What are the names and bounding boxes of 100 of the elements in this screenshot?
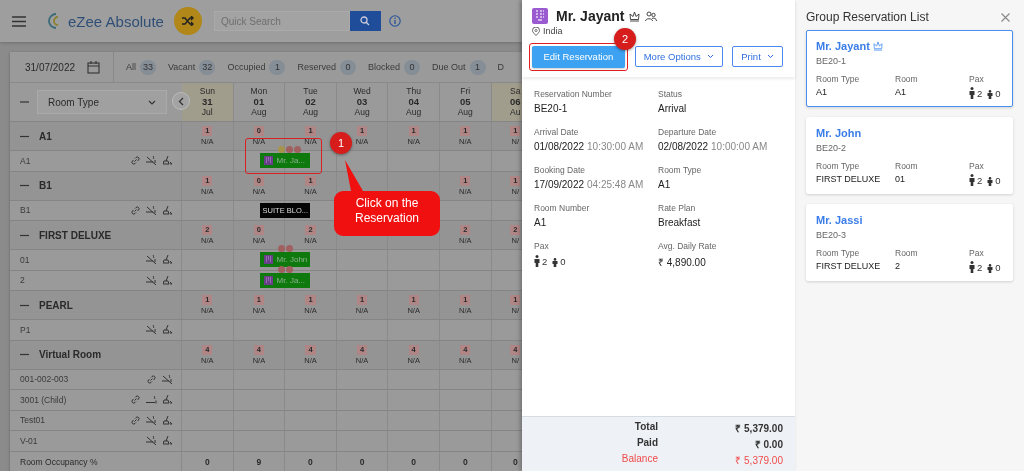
no-smoking-icon [146,275,157,285]
room-name: 2 [20,275,25,286]
reservation-number: BE20-2 [816,143,848,153]
filter-label[interactable]: Occupied [227,62,266,72]
room-type-name: A1 [39,130,52,142]
room-type-name: FIRST DELUXE [39,229,112,241]
link-icon [131,415,140,425]
count-badge: 0 [339,59,356,75]
total-value: ₹ 5,379.00 [734,422,783,435]
count-badge: 0 [403,59,420,75]
guest-name[interactable]: Mr. John [816,127,862,139]
field-label: Booking Date [534,165,587,175]
link-icon [131,395,140,405]
field-label: Arrival Date [534,127,580,137]
booking-block[interactable]: Mr. John [259,252,310,267]
no-smoking-icon [146,255,157,265]
filter-label[interactable]: Vacant [168,62,196,72]
child-count: 0 [995,262,1001,273]
link-icon [131,156,140,166]
adult-count: 2 [977,175,983,186]
cleaning-icon [163,325,173,335]
guest-name: Mr. Jayant [556,8,625,24]
room-type-name: B1 [39,180,52,191]
guest-name[interactable]: Mr. Jassi [816,214,863,226]
day-header: Sun 31 Jul [182,83,234,121]
building-icon [263,255,273,264]
room-name: A1 [20,155,31,166]
day-header: Wed 03 Aug [336,83,389,121]
filter-label[interactable]: Due Out [431,62,466,72]
booking-block[interactable]: Mr. Ja... [259,153,310,168]
filter-label[interactable]: All [126,62,136,72]
room-name: 3001 (Child) [20,394,67,405]
filter-label[interactable]: Reserved [297,62,336,72]
group-icon [645,10,658,22]
date-text: 31/07/2022 [25,61,76,73]
occupancy-value: 9 [256,457,262,467]
close-icon[interactable] [1001,12,1010,22]
field-label: Pax [969,248,985,258]
field-value: A1 [658,179,671,190]
menu-icon[interactable] [12,15,26,27]
field-label: Room [895,161,919,171]
child-icon [987,177,994,186]
filter-label[interactable]: D [497,62,504,72]
link-icon [147,374,156,384]
adult-icon [969,261,975,273]
country-text: India [543,26,563,36]
adult-icon [534,255,540,267]
time-text: 04:25:48 AM [587,179,644,190]
room-type-select[interactable]: Room Type [37,90,167,114]
booking-block[interactable]: Mr. Ja... [259,272,310,288]
field-label: Room [895,248,919,258]
child-count: 0 [560,256,566,267]
day-header: Sa 06 Au [491,83,522,121]
field-label: Departure Date [658,127,718,137]
child-count: 0 [995,88,1001,99]
occupancy-value: 0 [512,457,518,467]
field-label: Avg. Daily Rate [658,241,718,251]
day-header: Thu 04 Aug [388,83,440,121]
shuffle-icon [181,16,194,26]
occupancy-value: 0 [462,457,468,467]
room-type-name: PEARL [39,299,73,311]
shuffle-button[interactable] [173,7,202,35]
edit-button[interactable]: Edit Reservation [531,45,626,68]
filter-label[interactable]: Blocked [367,62,400,72]
reservation-card[interactable]: Mr. Jassi BE20-3 Room Type FIRST DELUXE Room 2 Pax 2 0 [806,204,1013,281]
dropdown-button[interactable]: More Options [634,46,723,67]
reservation-number: BE20-1 [816,56,848,66]
field-label: Room [895,74,919,84]
field-label: Status [658,89,684,99]
child-icon [987,264,994,273]
guest-name[interactable]: Mr. Jayant [816,40,870,52]
day-header: Mon 01 Aug [233,83,286,121]
cleaning-icon [163,275,173,285]
chevron-down-icon [148,99,156,105]
field-value: Breakfast [658,217,701,228]
status-markers-icon [277,245,293,252]
adult-icon [969,87,975,99]
count-badge: 33 [140,59,156,75]
field-value: 2 [895,261,901,271]
adult-count: 2 [977,88,983,99]
crown-icon [629,10,641,22]
field-value: FIRST DELUXE [816,174,882,184]
calendar-icon[interactable] [87,60,101,74]
building-icon [532,8,548,24]
no-smoking-icon [146,415,157,425]
dropdown-button[interactable]: Print [732,46,783,67]
time-text: 10:30:00 AM [587,141,644,152]
field-value: Arrival [658,103,687,114]
info-icon[interactable] [388,15,401,27]
chevron-left-icon [178,96,184,106]
reservation-card[interactable]: Mr. John BE20-2 Room Type FIRST DELUXE Room 01 Pax 2 0 [806,117,1013,194]
occupancy-value: 0 [411,457,417,467]
room-type-name: Virtual Room [39,349,102,360]
search-button[interactable] [349,11,381,31]
link-icon [131,205,140,215]
crown-icon [872,41,883,51]
previous-button[interactable] [172,92,190,110]
reservation-card[interactable]: Mr. Jayant BE20-1 Room Type A1 Room A1 Pax 2 0 [806,30,1013,107]
field-label: Pax [534,241,550,251]
child-count: 0 [995,175,1001,186]
